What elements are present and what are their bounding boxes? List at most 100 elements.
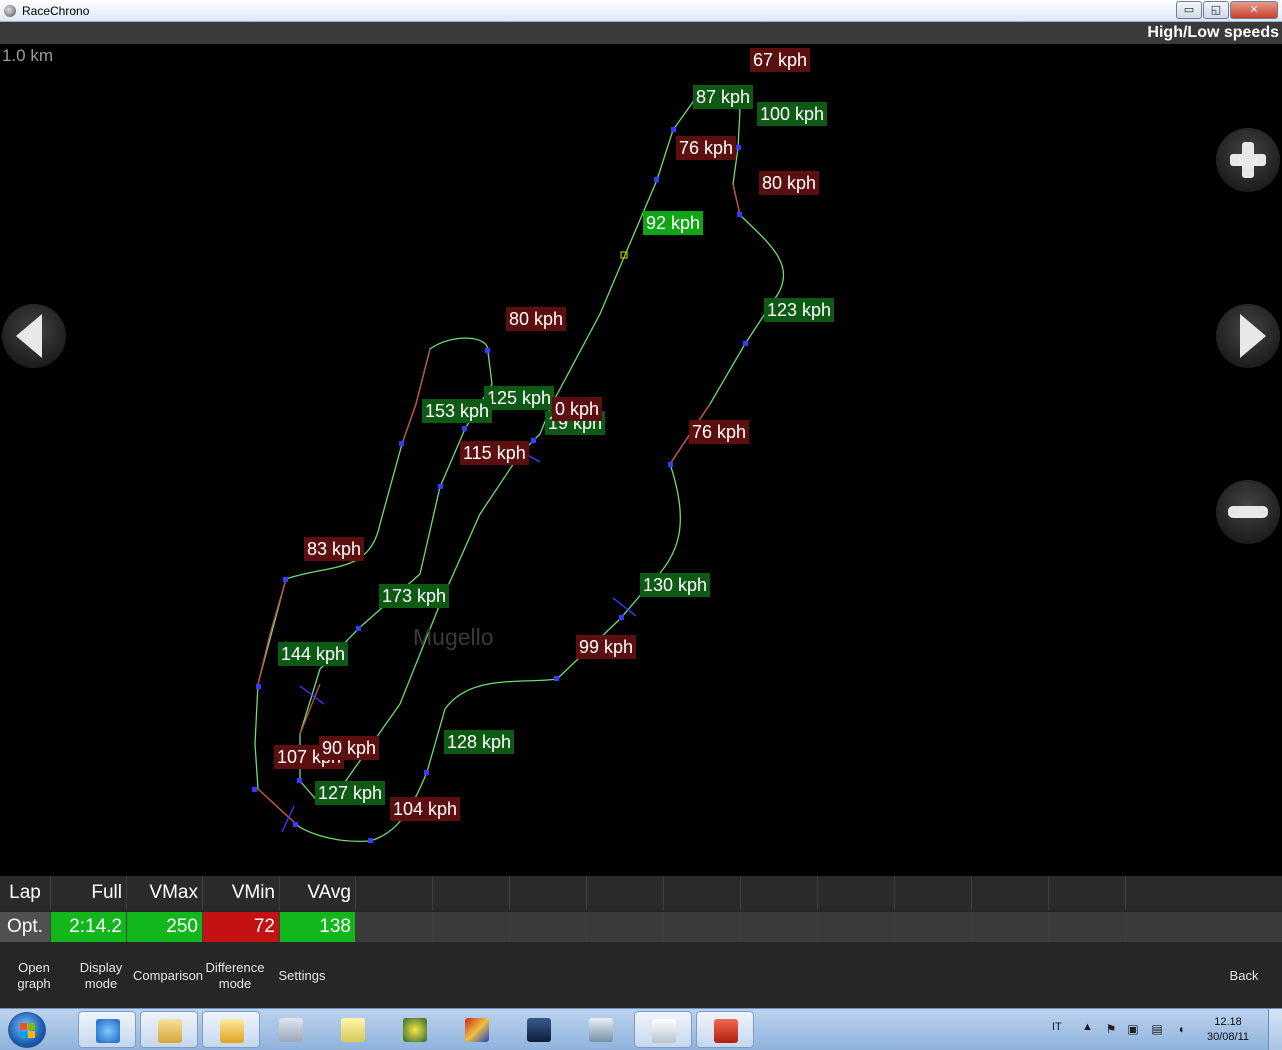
- game-icon: [465, 1018, 489, 1042]
- track-map-canvas: [252, 91, 784, 843]
- header-empty: [895, 876, 972, 910]
- speed-label: 87 kph: [693, 85, 754, 109]
- speed-label: 100 kph: [757, 102, 828, 126]
- start-button[interactable]: [8, 1012, 46, 1048]
- cell-empty: [664, 912, 741, 942]
- track-line: [254, 91, 784, 843]
- action-center-flag-icon[interactable]: ⚑: [1104, 1022, 1118, 1036]
- zoom-out-button[interactable]: [1216, 480, 1280, 544]
- sector-marker: [281, 805, 295, 833]
- cell-empty: [433, 912, 510, 942]
- show-hidden-icons-icon[interactable]: ▲: [1082, 1021, 1093, 1033]
- arrow-right-icon: [1240, 314, 1266, 358]
- open-graph-label-1: Open: [18, 960, 50, 975]
- open-graph-button[interactable]: Open graph: [12, 960, 56, 992]
- cell-empty: [587, 912, 664, 942]
- table-row[interactable]: Opt. 2:14.2 250 72 138: [0, 912, 1282, 942]
- speed-label: 123 kph: [764, 298, 835, 322]
- racechrono-icon: [714, 1019, 738, 1043]
- close-button[interactable]: ✕: [1230, 1, 1278, 19]
- taskbar-document[interactable]: [634, 1011, 692, 1048]
- maximize-button[interactable]: ◱: [1203, 1, 1229, 19]
- window-title: RaceChrono: [22, 4, 90, 18]
- cell-lap: Opt.: [0, 912, 51, 942]
- app-header: High/Low speeds: [0, 22, 1282, 44]
- header-empty: [1049, 876, 1126, 910]
- speed-label: 125 kph: [484, 386, 555, 410]
- speed-label: 173 kph: [379, 584, 450, 608]
- next-lap-button[interactable]: [1216, 304, 1280, 368]
- speed-label: 67 kph: [750, 48, 811, 72]
- difference-mode-label-2: mode: [218, 976, 252, 991]
- cell-vmax: 250: [127, 912, 203, 942]
- header-empty: [664, 876, 741, 910]
- header-empty: [818, 876, 895, 910]
- taskbar-sticky-notes[interactable]: [324, 1011, 382, 1048]
- taskbar-clock[interactable]: 12.18 30/08/11: [1196, 1015, 1260, 1045]
- network-icon[interactable]: ▤: [1150, 1022, 1164, 1036]
- zoom-in-button[interactable]: [1216, 128, 1280, 192]
- window-app-icon: [589, 1018, 613, 1042]
- volume-muted-icon[interactable]: ◖: [1174, 1022, 1188, 1036]
- taskbar-internet-explorer[interactable]: [78, 1011, 136, 1048]
- settings-button[interactable]: Settings: [274, 968, 330, 984]
- device-icon[interactable]: ▣: [1126, 1022, 1140, 1036]
- speed-label: 90 kph: [319, 736, 380, 760]
- taskbar-window-app[interactable]: [572, 1011, 630, 1048]
- header-empty: [510, 876, 587, 910]
- taskbar-game[interactable]: [448, 1011, 506, 1048]
- difference-mode-button[interactable]: Difference mode: [204, 960, 266, 992]
- display-mode-label-2: mode: [84, 976, 118, 991]
- speed-label: 0 kph: [552, 397, 603, 421]
- cell-empty: [972, 912, 1049, 942]
- taskbar-calculator[interactable]: [262, 1011, 320, 1048]
- speed-label: 127 kph: [315, 781, 386, 805]
- header-vmax: VMax: [127, 876, 203, 910]
- speed-label: 92 kph: [643, 211, 704, 235]
- display-mode-label-1: Display: [79, 960, 123, 975]
- taskbar-outlook[interactable]: [202, 1011, 260, 1048]
- view-mode-label: High/Low speeds: [1147, 24, 1279, 41]
- track-map[interactable]: 1.0 km Mugello 67 kph 87 kph 100 kph 76 …: [0, 44, 1282, 876]
- taskbar-gcpm[interactable]: [386, 1011, 444, 1048]
- windows-logo-icon: [20, 1023, 36, 1039]
- taskbar-file-explorer[interactable]: [140, 1011, 198, 1048]
- internet-explorer-icon: [96, 1019, 120, 1043]
- cell-empty: [356, 912, 433, 942]
- language-indicator[interactable]: IT: [1052, 1021, 1062, 1033]
- header-vavg: VAvg: [280, 876, 356, 910]
- calculator-icon: [279, 1018, 303, 1042]
- outlook-icon: [220, 1019, 244, 1043]
- header-empty: [587, 876, 664, 910]
- header-empty: [972, 876, 1049, 910]
- window-title-bar[interactable]: RaceChrono ▭ ◱ ✕: [0, 0, 1282, 22]
- sector-marker: [299, 685, 325, 705]
- back-button[interactable]: Back: [1222, 968, 1266, 984]
- racechrono-app-icon: [4, 5, 16, 17]
- header-empty: [356, 876, 433, 910]
- speed-label: 99 kph: [576, 635, 637, 659]
- cell-empty: [741, 912, 818, 942]
- header-lap: Lap: [0, 876, 51, 910]
- minimize-button[interactable]: ▭: [1176, 1, 1202, 19]
- header-full: Full: [51, 876, 127, 910]
- gcpm-icon: [403, 1018, 427, 1042]
- speed-label: 104 kph: [390, 797, 461, 821]
- show-desktop-button[interactable]: [1268, 1009, 1282, 1050]
- taskbar-cursor-app[interactable]: [510, 1011, 568, 1048]
- comparison-button[interactable]: Comparison: [132, 968, 204, 984]
- bottom-menu: Open graph Display mode Comparison Diffe…: [0, 942, 1282, 1008]
- cell-full-time: 2:14.2: [51, 912, 127, 942]
- speed-label: 130 kph: [640, 573, 711, 597]
- cursor-app-icon: [527, 1018, 551, 1042]
- taskbar-racechrono[interactable]: [696, 1011, 754, 1048]
- map-scale-label: 1.0 km: [2, 46, 54, 65]
- cell-vmin: 72: [203, 912, 280, 942]
- previous-lap-button[interactable]: [2, 304, 66, 368]
- display-mode-button[interactable]: Display mode: [74, 960, 128, 992]
- speed-label: 153 kph: [422, 399, 493, 423]
- lap-table: Lap Full VMax VMin VAvg Opt. 2:14.2 250 …: [0, 876, 1282, 942]
- speed-label: 144 kph: [278, 642, 349, 666]
- document-icon: [652, 1019, 676, 1043]
- open-graph-label-2: graph: [17, 976, 51, 991]
